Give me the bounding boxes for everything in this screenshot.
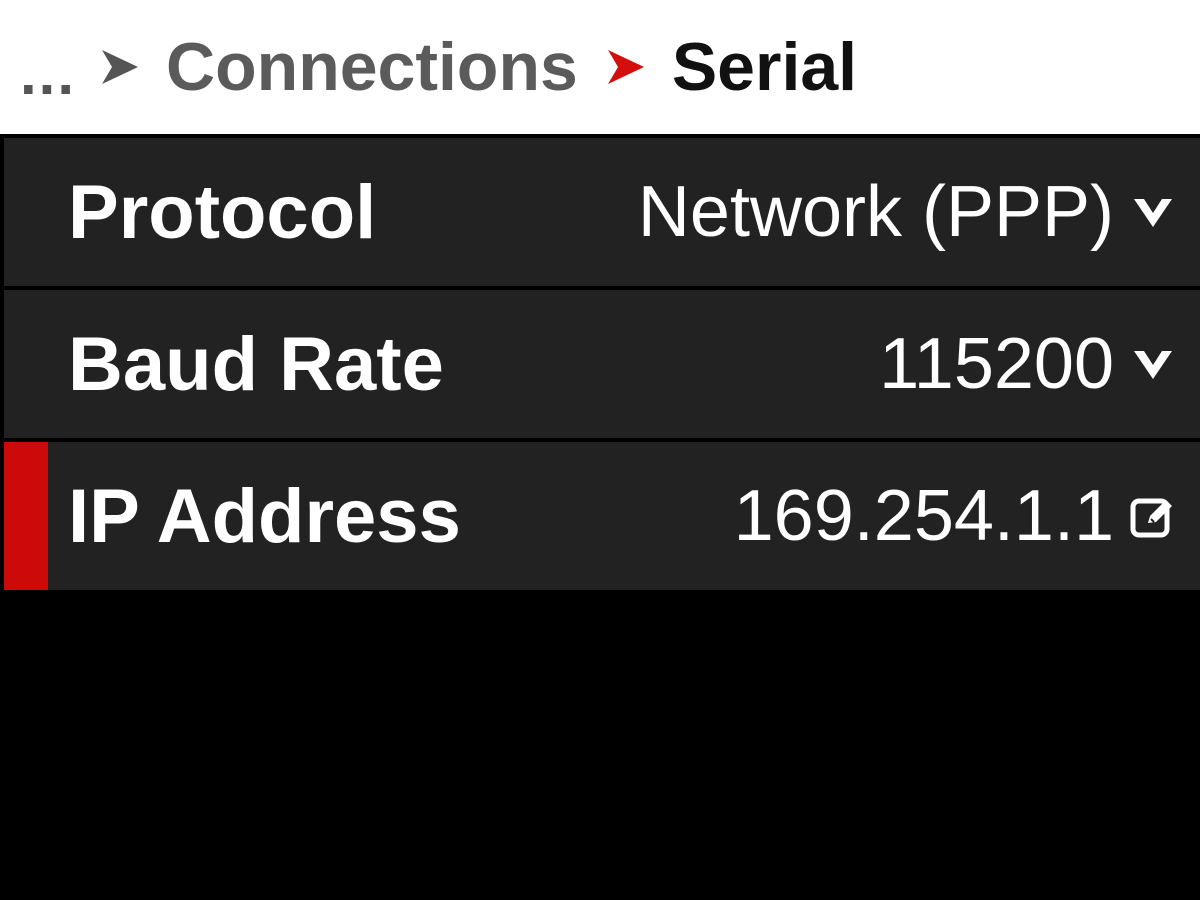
breadcrumb: ... Connections Serial [0, 0, 1200, 134]
setting-row-protocol[interactable]: Protocol Network (PPP) [4, 138, 1200, 290]
setting-row-baud-rate[interactable]: Baud Rate 115200 [4, 290, 1200, 442]
setting-label: Protocol [68, 169, 377, 255]
page-title: Serial [671, 29, 858, 105]
chevron-right-icon [602, 44, 648, 90]
chevron-right-icon [96, 44, 142, 90]
dropdown-arrow-icon[interactable] [1128, 187, 1178, 237]
protocol-select-value[interactable]: Network (PPP) [638, 171, 1114, 253]
baud-rate-select-value[interactable]: 115200 [879, 323, 1114, 405]
dropdown-arrow-icon[interactable] [1128, 339, 1178, 389]
edit-icon[interactable] [1128, 491, 1178, 541]
setting-label: Baud Rate [68, 321, 444, 407]
setting-row-ip-address[interactable]: IP Address 169.254.1.1 [4, 442, 1200, 594]
breadcrumb-ellipsis[interactable]: ... [20, 39, 76, 108]
ip-address-value[interactable]: 169.254.1.1 [734, 475, 1114, 557]
breadcrumb-connections[interactable]: Connections [166, 28, 578, 106]
setting-label: IP Address [68, 473, 461, 559]
settings-list: Protocol Network (PPP) Baud Rate 115200 … [4, 138, 1200, 594]
